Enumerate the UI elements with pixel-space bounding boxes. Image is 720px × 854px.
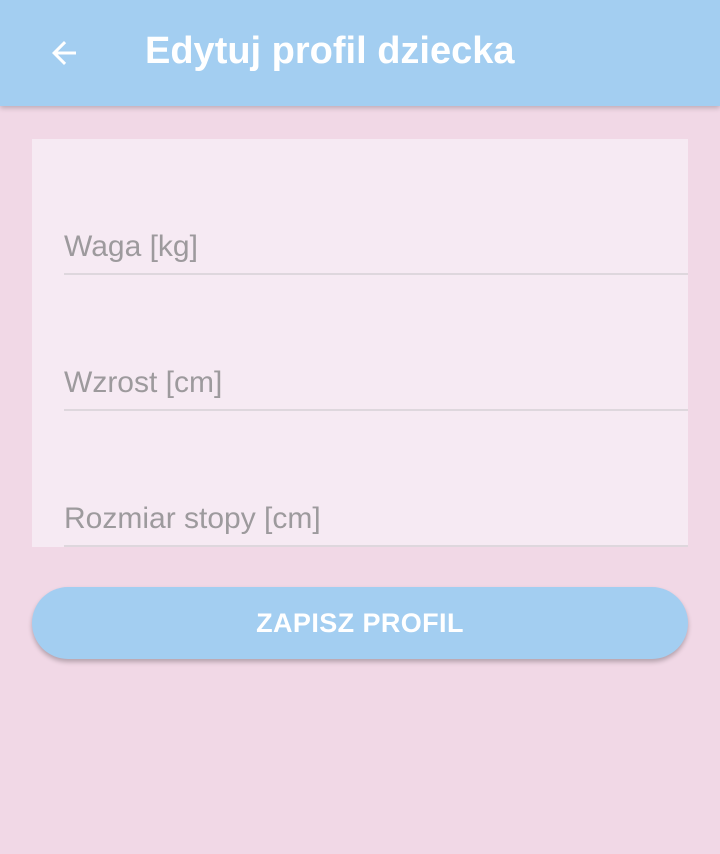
foot-size-input[interactable] <box>64 499 688 539</box>
page-title: Edytuj profil dziecka <box>145 30 515 72</box>
height-field[interactable] <box>64 353 688 411</box>
app-bar: Edytuj profil dziecka <box>0 0 720 106</box>
height-input[interactable] <box>64 363 688 403</box>
weight-field[interactable] <box>64 217 688 275</box>
back-button[interactable] <box>40 29 88 77</box>
weight-input[interactable] <box>64 227 688 267</box>
save-profile-button[interactable]: ZAPISZ PROFIL <box>32 587 688 659</box>
arrow-left-icon <box>52 41 76 65</box>
profile-form-card <box>32 139 688 547</box>
foot-size-field[interactable] <box>64 489 688 547</box>
